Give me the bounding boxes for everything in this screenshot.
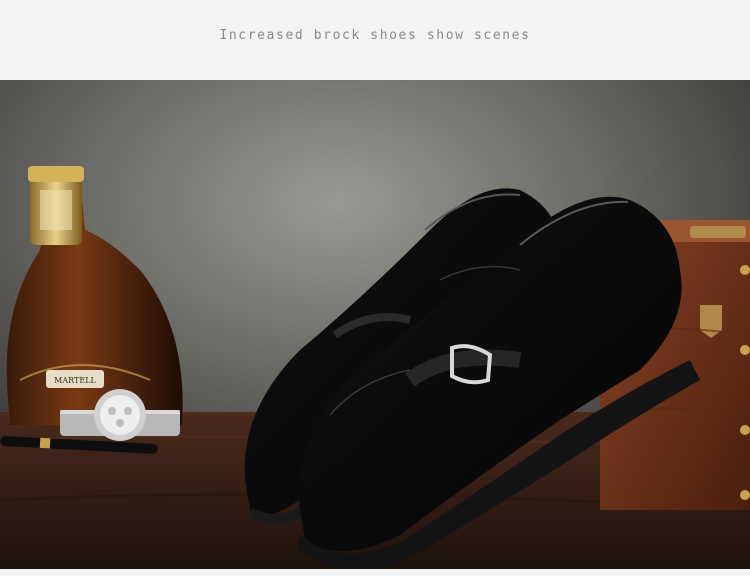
bottle-label: MARTELL — [54, 376, 96, 385]
caption-text: Increased brock shoes show scenes — [219, 27, 531, 43]
product-scene-photo: MARTELL — [0, 80, 750, 569]
bottom-strip — [0, 569, 750, 576]
page-header: Increased brock shoes show scenes — [0, 0, 750, 80]
